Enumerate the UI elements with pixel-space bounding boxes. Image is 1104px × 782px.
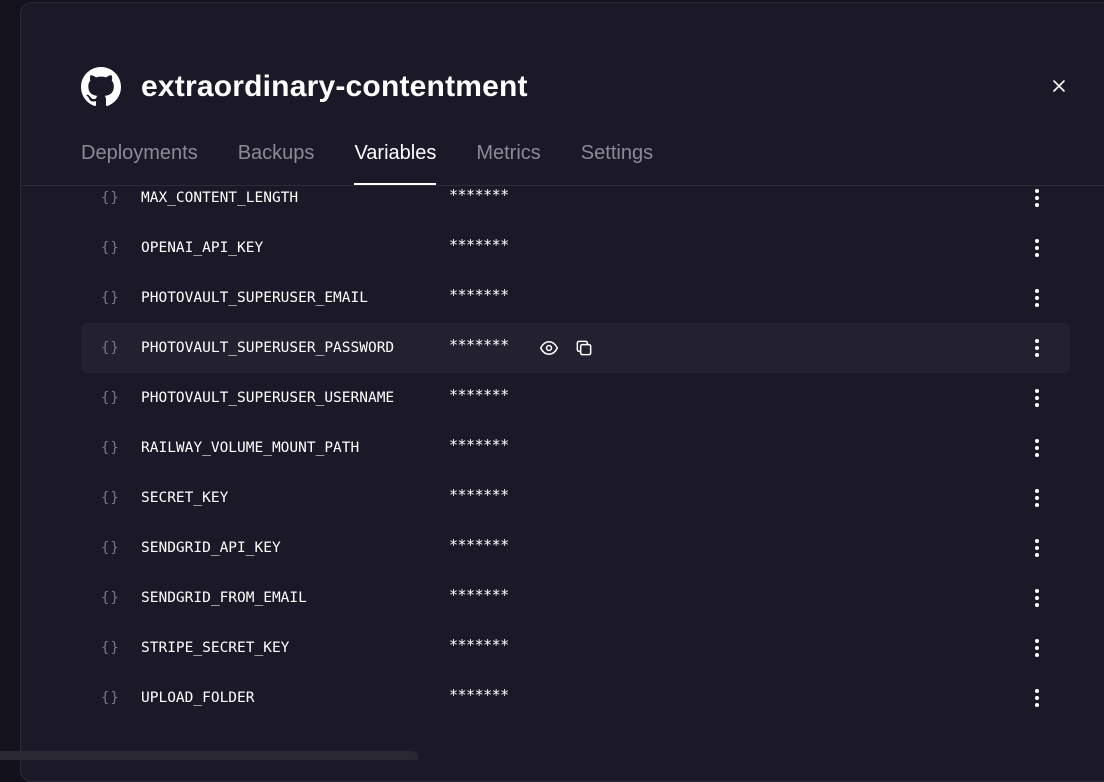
more-options-button[interactable]	[1027, 634, 1047, 662]
more-vertical-icon	[1035, 489, 1039, 507]
variable-value-masked: *******	[449, 386, 509, 404]
more-vertical-icon	[1035, 389, 1039, 407]
more-options-button[interactable]	[1027, 284, 1047, 312]
service-modal: extraordinary-contentment Deployments Ba…	[20, 2, 1104, 782]
braces-icon: {}	[101, 390, 120, 406]
close-icon	[1053, 80, 1065, 92]
eye-icon	[539, 341, 559, 355]
modal-title: extraordinary-contentment	[141, 70, 528, 103]
variable-row[interactable]: {} SENDGRID_FROM_EMAIL *******	[81, 573, 1070, 623]
variable-value-masked: *******	[449, 486, 509, 504]
more-options-button[interactable]	[1027, 584, 1047, 612]
github-icon	[81, 67, 121, 107]
variable-row-hovered[interactable]: {} PHOTOVAULT_SUPERUSER_PASSWORD *******	[81, 323, 1070, 373]
braces-icon: {}	[101, 340, 120, 356]
variable-row[interactable]: {} UPLOAD_FOLDER *******	[81, 673, 1070, 723]
variable-row[interactable]: {} MAX_CONTENT_LENGTH *******	[81, 173, 1070, 223]
more-vertical-icon	[1035, 189, 1039, 207]
reveal-value-button[interactable]	[538, 337, 560, 359]
variable-row[interactable]: {} STRIPE_SECRET_KEY *******	[81, 623, 1070, 673]
braces-icon: {}	[101, 290, 120, 306]
more-vertical-icon	[1035, 689, 1039, 707]
variable-name: OPENAI_API_KEY	[141, 240, 264, 256]
variable-value-masked: *******	[449, 586, 509, 604]
variable-value-masked: *******	[449, 286, 509, 304]
variable-value-masked: *******	[449, 186, 509, 204]
braces-icon: {}	[101, 540, 120, 556]
braces-icon: {}	[101, 240, 120, 256]
more-vertical-icon	[1035, 339, 1039, 357]
variable-value-masked: *******	[449, 686, 509, 704]
variable-row[interactable]: {} PHOTOVAULT_SUPERUSER_USERNAME *******	[81, 373, 1070, 423]
variable-name: PHOTOVAULT_SUPERUSER_USERNAME	[141, 390, 395, 406]
variable-value-masked: *******	[449, 536, 509, 554]
copy-icon	[576, 340, 592, 356]
variable-name: STRIPE_SECRET_KEY	[141, 640, 290, 656]
horizontal-scrollbar[interactable]	[0, 751, 418, 760]
variable-value-masked: *******	[449, 636, 509, 654]
variable-name: RAILWAY_VOLUME_MOUNT_PATH	[141, 440, 360, 456]
variable-row[interactable]: {} SENDGRID_API_KEY *******	[81, 523, 1070, 573]
variable-name: PHOTOVAULT_SUPERUSER_PASSWORD	[141, 340, 395, 356]
braces-icon: {}	[101, 190, 120, 206]
braces-icon: {}	[101, 590, 120, 606]
tab-divider	[21, 185, 1104, 186]
more-options-button[interactable]	[1027, 384, 1047, 412]
variable-row[interactable]: {} SECRET_KEY *******	[81, 473, 1070, 523]
more-options-button[interactable]	[1027, 484, 1047, 512]
braces-icon: {}	[101, 490, 120, 506]
variable-name: UPLOAD_FOLDER	[141, 690, 255, 706]
variable-value-masked: *******	[449, 436, 509, 454]
more-options-button[interactable]	[1027, 434, 1047, 462]
copy-value-button[interactable]	[573, 337, 595, 359]
more-options-button[interactable]	[1027, 234, 1047, 262]
braces-icon: {}	[101, 640, 120, 656]
variable-name: PHOTOVAULT_SUPERUSER_EMAIL	[141, 290, 368, 306]
variable-row[interactable]: {} RAILWAY_VOLUME_MOUNT_PATH *******	[81, 423, 1070, 473]
variable-name: MAX_CONTENT_LENGTH	[141, 190, 299, 206]
variables-list: {} MAX_CONTENT_LENGTH ******* {} OPENAI_…	[81, 173, 1070, 723]
braces-icon: {}	[101, 440, 120, 456]
more-options-button[interactable]	[1027, 334, 1047, 362]
variable-row[interactable]: {} OPENAI_API_KEY *******	[81, 223, 1070, 273]
variable-value-masked: *******	[449, 236, 509, 254]
more-options-button[interactable]	[1027, 684, 1047, 712]
more-vertical-icon	[1035, 239, 1039, 257]
more-vertical-icon	[1035, 289, 1039, 307]
braces-icon: {}	[101, 690, 120, 706]
more-options-button[interactable]	[1027, 534, 1047, 562]
variable-value-masked: *******	[449, 336, 509, 354]
more-options-button[interactable]	[1027, 184, 1047, 212]
more-vertical-icon	[1035, 589, 1039, 607]
modal-header: extraordinary-contentment	[81, 65, 528, 109]
more-vertical-icon	[1035, 639, 1039, 657]
more-vertical-icon	[1035, 439, 1039, 457]
variable-name: SENDGRID_API_KEY	[141, 540, 281, 556]
variable-row[interactable]: {} PHOTOVAULT_SUPERUSER_EMAIL *******	[81, 273, 1070, 323]
variable-name: SENDGRID_FROM_EMAIL	[141, 590, 307, 606]
more-vertical-icon	[1035, 539, 1039, 557]
close-button[interactable]	[1048, 75, 1070, 97]
variable-name: SECRET_KEY	[141, 490, 229, 506]
